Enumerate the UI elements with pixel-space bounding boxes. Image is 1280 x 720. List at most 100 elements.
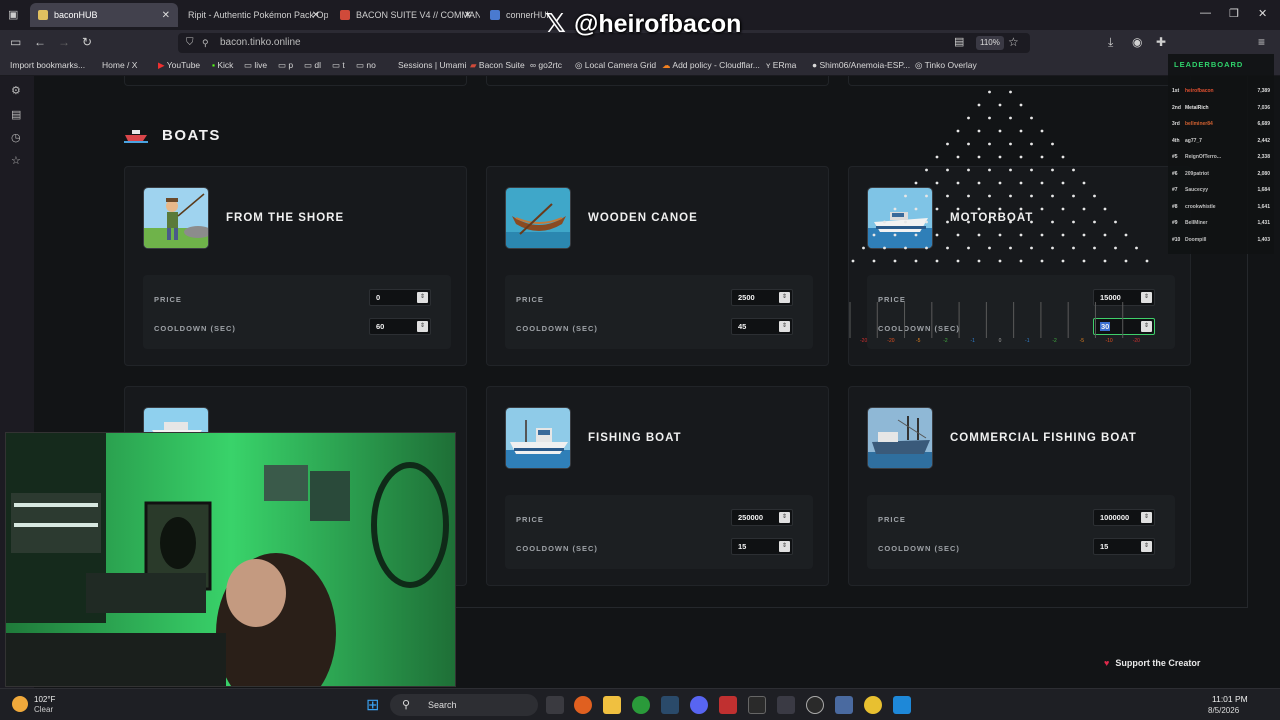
synced-tabs-icon[interactable]: ▤: [11, 108, 21, 121]
bookmark-camera-grid[interactable]: ◎ Local Camera Grid: [575, 60, 656, 71]
bookmark-star-icon[interactable]: ☆: [1008, 35, 1019, 49]
obs-icon[interactable]: [806, 696, 824, 714]
tab-baconhub[interactable]: baconHUB ✕: [30, 3, 178, 27]
price-input[interactable]: 2500 ⇕: [731, 289, 793, 306]
bookmark-folder-p[interactable]: ▭ p: [278, 60, 293, 71]
firefox-icon[interactable]: [574, 696, 592, 714]
bookmark-erma[interactable]: ʏ ERma: [766, 60, 796, 70]
support-creator-button[interactable]: ♥ Support the Creator: [1104, 658, 1200, 668]
ai-chat-icon[interactable]: ⚙: [11, 84, 21, 97]
spinner-icon[interactable]: ⇕: [779, 512, 790, 523]
spinner-icon[interactable]: ⇕: [417, 292, 428, 303]
bookmark-kick[interactable]: ▪ Kick: [212, 60, 233, 70]
app-window-icon[interactable]: [777, 696, 795, 714]
price-input[interactable]: 250000 ⇕: [731, 509, 793, 526]
app-icon[interactable]: [835, 696, 853, 714]
windows-start-icon[interactable]: ⊞: [366, 695, 379, 715]
history-icon[interactable]: ◷: [11, 131, 21, 144]
price-input[interactable]: 1000000 ⇕: [1093, 509, 1155, 526]
xbox-icon[interactable]: [632, 696, 650, 714]
minimize-icon[interactable]: —: [1200, 7, 1211, 19]
menu-icon[interactable]: ≡: [1258, 35, 1265, 49]
bookmark-youtube[interactable]: ▶ YouTube: [158, 60, 200, 71]
terminal-icon[interactable]: [748, 696, 766, 714]
spinner-icon[interactable]: ⇕: [779, 541, 790, 552]
cooldown-input[interactable]: 60 ⇕: [369, 318, 431, 335]
close-tab-icon[interactable]: ✕: [312, 10, 320, 21]
bookmark-bacon-suite[interactable]: ▰ Bacon Suite: [470, 60, 525, 71]
plinko-peg: [967, 116, 970, 120]
close-tab-icon[interactable]: ✕: [162, 10, 170, 21]
clock-time[interactable]: 11:01 PM: [1212, 694, 1248, 704]
plinko-peg: [1061, 259, 1065, 263]
spinner-icon[interactable]: ⇕: [417, 321, 428, 332]
tab-bacon-suite[interactable]: BACON SUITE V4 // COMMAND ✕: [332, 3, 480, 27]
search-label: Search: [428, 700, 457, 710]
bookmark-cloudflare[interactable]: ☁ Add policy - Cloudflar...: [662, 60, 760, 71]
vscode-icon[interactable]: [893, 696, 911, 714]
bookmark-home-x[interactable]: Home / X: [102, 60, 137, 70]
zoom-level[interactable]: 110%: [976, 36, 1004, 50]
plinko-peg: [998, 207, 1002, 211]
chrome-icon[interactable]: [864, 696, 882, 714]
weather-temperature[interactable]: 102°F: [34, 695, 55, 704]
plinko-peg: [1072, 220, 1075, 224]
bookmark-umami[interactable]: Sessions | Umami: [398, 60, 466, 70]
reload-icon[interactable]: ↻: [82, 35, 92, 49]
tab-list-icon[interactable]: ▣: [8, 8, 18, 21]
leaderboard-rank: #5: [1172, 154, 1178, 160]
app-icon[interactable]: [719, 696, 737, 714]
bookmark-import[interactable]: Import bookmarks...: [10, 60, 85, 70]
bookmarks-icon[interactable]: ☆: [11, 154, 21, 167]
site-info-icon[interactable]: ⚲: [202, 33, 209, 53]
tab-connerhub[interactable]: connerHUB: [482, 3, 548, 27]
boat-card-wooden-canoe: WOODEN CANOE PRICE 2500 ⇕ COOLDOWN (SEC)…: [486, 166, 829, 366]
bookmark-folder-no[interactable]: ▭ no: [356, 60, 376, 71]
spinner-icon[interactable]: ⇕: [779, 292, 790, 303]
plinko-peg: [956, 181, 960, 185]
leaderboard-name: bellminer84: [1185, 121, 1213, 127]
leaderboard-score: 2,338: [1257, 154, 1270, 160]
steam-icon[interactable]: [661, 696, 679, 714]
bookmark-folder-live[interactable]: ▭ live: [244, 60, 267, 71]
cooldown-input[interactable]: 45 ⇕: [731, 318, 793, 335]
account-icon[interactable]: ◉: [1132, 35, 1142, 49]
plinko-peg: [977, 129, 981, 133]
leaderboard-name: BellMiner: [1185, 220, 1208, 226]
bookmark-go2rtc[interactable]: ∞ go2rtc: [530, 60, 562, 70]
bookmark-github[interactable]: ● Shim06/Anemoia-ESP...: [812, 60, 910, 70]
clock-date[interactable]: 8/5/2026: [1208, 706, 1239, 715]
cooldown-input[interactable]: 15 ⇕: [731, 538, 793, 555]
bookmark-tinko-overlay[interactable]: ◎ Tinko Overlay: [915, 60, 977, 71]
bookmark-folder-dl[interactable]: ▭ dl: [304, 60, 321, 71]
bookmark-folder-t[interactable]: ▭ t: [332, 60, 345, 71]
close-window-icon[interactable]: ✕: [1258, 7, 1267, 20]
spinner-icon[interactable]: ⇕: [1141, 541, 1152, 552]
plinko-peg: [1030, 246, 1033, 250]
forward-icon[interactable]: →: [58, 35, 70, 49]
fishing-boat-image: [505, 407, 571, 469]
spinner-icon[interactable]: ⇕: [779, 321, 790, 332]
spinner-icon[interactable]: ⇕: [1141, 512, 1152, 523]
cooldown-input[interactable]: 15 ⇕: [1093, 538, 1155, 555]
discord-icon[interactable]: [690, 696, 708, 714]
downloads-icon[interactable]: ⤓: [1108, 35, 1113, 50]
windows-taskbar: 102°F Clear ⊞ ⚲ Search 11:01 PM 8/5/2026: [0, 688, 1280, 720]
weather-description[interactable]: Clear: [34, 705, 53, 714]
plinko-peg: [988, 168, 991, 172]
reader-view-icon[interactable]: ▤: [954, 35, 964, 48]
leaderboard-rank: 3rd: [1172, 121, 1180, 127]
plinko-peg: [1061, 207, 1065, 211]
sidebar-toggle-icon[interactable]: ▭: [10, 35, 21, 49]
price-input[interactable]: 0 ⇕: [369, 289, 431, 306]
weather-moon-icon[interactable]: [12, 696, 28, 712]
extensions-icon[interactable]: ✚: [1156, 35, 1166, 49]
close-tab-icon[interactable]: ✕: [464, 10, 472, 21]
taskbar-search[interactable]: ⚲ Search: [390, 694, 538, 716]
task-view-icon[interactable]: [546, 696, 564, 714]
restore-icon[interactable]: ❐: [1229, 7, 1239, 20]
back-icon[interactable]: ←: [34, 35, 46, 49]
tab-ripit[interactable]: Ripit - Authentic Pokémon Pack Op ✕: [180, 3, 328, 27]
file-explorer-icon[interactable]: [603, 696, 621, 714]
plinko-slot-label: -20: [860, 338, 867, 344]
